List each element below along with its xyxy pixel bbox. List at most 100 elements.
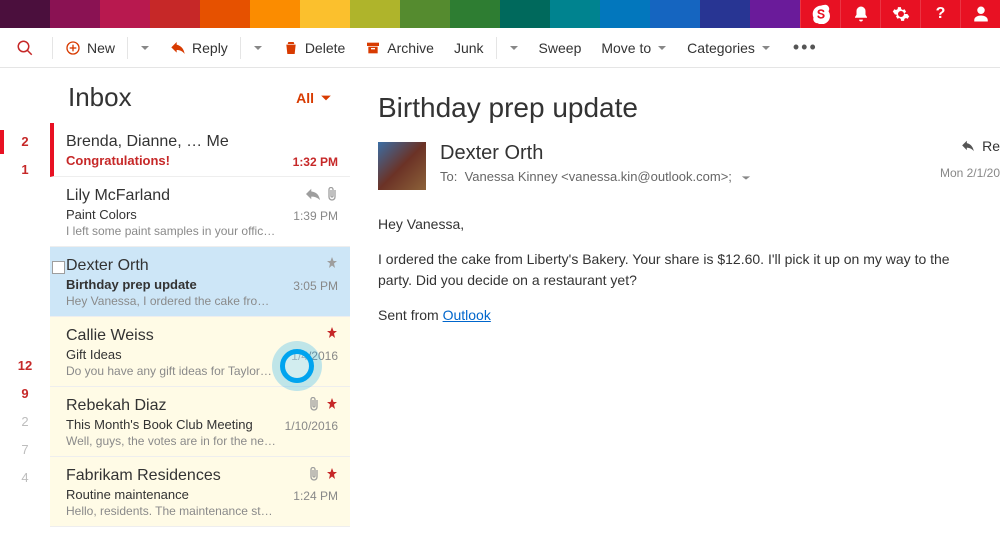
expand-recipients-icon[interactable] — [740, 171, 752, 186]
message-list[interactable]: Brenda, Dianne, … MeCongratulations!1:32… — [50, 123, 350, 558]
message-item[interactable]: Brenda, Dianne, … MeCongratulations!1:32… — [50, 123, 350, 177]
new-button[interactable]: New — [55, 40, 125, 56]
message-item[interactable]: Dexter OrthBirthday prep updateHey Vanes… — [50, 247, 350, 317]
color-strip — [0, 0, 800, 28]
to-line: To: Vanessa Kinney <vanessa.kin@outlook.… — [440, 169, 752, 184]
rail-count[interactable]: 9 — [0, 380, 50, 408]
body-signature: Sent from Outlook — [378, 305, 978, 326]
message-icons — [308, 467, 338, 481]
message-header: Dexter Orth To: Vanessa Kinney <vanessa.… — [378, 142, 1000, 190]
avatar — [378, 142, 426, 190]
rail-count[interactable]: 4 — [0, 464, 50, 492]
title-icons: ? — [800, 0, 1000, 28]
notifications-icon[interactable] — [840, 0, 880, 28]
junk-label: Junk — [454, 40, 484, 56]
command-bar: New Reply Delete Archive Junk Sweep Move… — [0, 28, 1000, 68]
rail-count[interactable]: 12 — [0, 352, 50, 380]
message-icons — [326, 327, 338, 339]
rail-count[interactable]: 2 — [0, 128, 50, 156]
message-sender: Rebekah Diaz — [66, 397, 334, 415]
new-label: New — [87, 40, 115, 56]
message-sender: Callie Weiss — [66, 327, 334, 345]
message-time: 1:32 PM — [293, 155, 338, 169]
sweep-label: Sweep — [539, 40, 582, 56]
delete-button[interactable]: Delete — [273, 40, 355, 56]
folder-title: Inbox — [68, 82, 132, 113]
skype-icon[interactable] — [800, 0, 840, 28]
new-dropdown[interactable] — [130, 43, 160, 53]
body-greeting: Hey Vanessa, — [378, 214, 978, 235]
rail-count[interactable]: 1 — [0, 156, 50, 184]
message-time: 1:24 PM — [293, 489, 338, 503]
divider — [52, 37, 53, 59]
body-text: I ordered the cake from Liberty's Bakery… — [378, 249, 978, 291]
rail-count[interactable] — [0, 324, 50, 352]
message-preview: Hey Vanessa, I ordered the cake from Lib… — [66, 294, 276, 308]
filter-dropdown[interactable]: All — [296, 90, 332, 106]
message-item[interactable]: Rebekah DiazThis Month's Book Club Meeti… — [50, 387, 350, 457]
message-list-pane: Inbox All Brenda, Dianne, … MeCongratula… — [50, 68, 350, 558]
rail-count[interactable]: 2 — [0, 408, 50, 436]
more-actions-button[interactable]: ••• — [781, 37, 830, 58]
select-checkbox[interactable] — [52, 261, 65, 274]
settings-icon[interactable] — [880, 0, 920, 28]
delete-label: Delete — [305, 40, 345, 56]
message-preview: I left some paint samples in your office… — [66, 224, 276, 238]
junk-dropdown[interactable] — [499, 43, 529, 53]
message-preview: Hello, residents. The maintenance staff … — [66, 504, 276, 518]
message-title: Birthday prep update — [378, 92, 1000, 124]
message-item[interactable]: Lily McFarlandPaint ColorsI left some pa… — [50, 177, 350, 247]
reply-label: Reply — [192, 40, 228, 56]
archive-label: Archive — [387, 40, 434, 56]
rail-count[interactable] — [0, 296, 50, 324]
window-titlebar: ? — [0, 0, 1000, 28]
reply-button[interactable]: Reply — [160, 40, 238, 56]
message-date: Mon 2/1/20 — [940, 166, 1000, 180]
help-icon[interactable]: ? — [920, 0, 960, 28]
filter-label: All — [296, 90, 314, 106]
rail-count[interactable] — [0, 212, 50, 240]
message-sender: Dexter Orth — [66, 257, 334, 275]
signature-link[interactable]: Outlook — [443, 307, 491, 323]
to-value: Vanessa Kinney <vanessa.kin@outlook.com>… — [465, 169, 732, 184]
list-header: Inbox All — [50, 68, 350, 123]
message-actions: Re Mon 2/1/20 — [940, 138, 1000, 180]
message-item[interactable]: Fabrikam ResidencesRoutine maintenanceHe… — [50, 457, 350, 527]
folder-rail: 21129274 — [0, 68, 50, 558]
message-preview: Do you have any gift ideas for Taylor? I… — [66, 364, 276, 378]
account-icon[interactable] — [960, 0, 1000, 28]
message-icons — [306, 187, 338, 201]
message-sender: Fabrikam Residences — [66, 467, 334, 485]
reading-pane: Birthday prep update Dexter Orth To: Van… — [350, 68, 1000, 558]
sweep-button[interactable]: Sweep — [529, 40, 592, 56]
reply-action-label: Re — [982, 138, 1000, 154]
reply-dropdown[interactable] — [243, 43, 273, 53]
main-layout: 21129274 Inbox All Brenda, Dianne, … MeC… — [0, 68, 1000, 558]
message-body: Hey Vanessa, I ordered the cake from Lib… — [378, 214, 978, 326]
categories-button[interactable]: Categories — [677, 40, 781, 56]
message-sender: Brenda, Dianne, … Me — [66, 133, 334, 151]
rail-count[interactable] — [0, 268, 50, 296]
rail-count[interactable]: 7 — [0, 436, 50, 464]
message-time: 3:05 PM — [293, 279, 338, 293]
archive-button[interactable]: Archive — [355, 40, 444, 56]
message-time: 1/4/2016 — [291, 349, 338, 363]
search-button[interactable] — [0, 39, 50, 57]
message-sender: Lily McFarland — [66, 187, 334, 205]
message-item[interactable]: Callie WeissGift IdeasDo you have any gi… — [50, 317, 350, 387]
moveto-button[interactable]: Move to — [591, 40, 677, 56]
message-preview: Well, guys, the votes are in for the new… — [66, 434, 276, 448]
message-icons — [326, 257, 338, 269]
junk-button[interactable]: Junk — [444, 40, 494, 56]
signature-prefix: Sent from — [378, 307, 443, 323]
from-name: Dexter Orth — [440, 142, 752, 165]
rail-count[interactable] — [0, 240, 50, 268]
rail-count[interactable] — [0, 184, 50, 212]
message-time: 1:39 PM — [293, 209, 338, 223]
categories-label: Categories — [687, 40, 755, 56]
moveto-label: Move to — [601, 40, 651, 56]
reply-action[interactable]: Re — [960, 138, 1000, 154]
message-icons — [308, 397, 338, 411]
to-label: To: — [440, 169, 457, 184]
message-time: 1/10/2016 — [285, 419, 338, 433]
